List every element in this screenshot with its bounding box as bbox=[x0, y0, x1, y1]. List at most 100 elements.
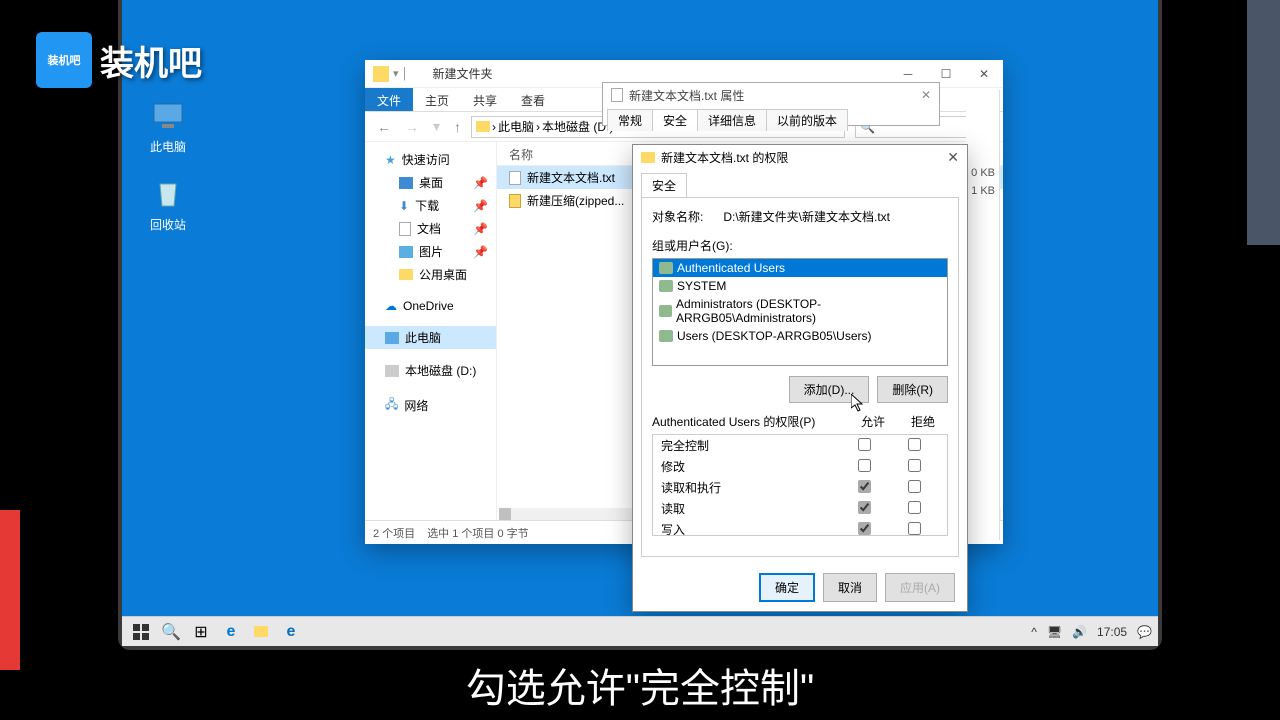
nav-onedrive[interactable]: ☁OneDrive bbox=[365, 296, 496, 316]
deny-checkbox[interactable] bbox=[908, 480, 921, 493]
status-count: 2 个项目 bbox=[373, 525, 415, 540]
logo-text: 装机吧 bbox=[100, 36, 202, 85]
cancel-button[interactable]: 取消 bbox=[823, 573, 877, 602]
user-item[interactable]: Administrators (DESKTOP-ARRGB05\Administ… bbox=[653, 295, 947, 327]
explorer-size-column: 0 KB 1 KB bbox=[966, 90, 1000, 540]
start-button[interactable] bbox=[128, 619, 154, 645]
nav-up[interactable]: ↑ bbox=[450, 117, 465, 137]
tab-share[interactable]: 共享 bbox=[461, 88, 509, 111]
deny-checkbox[interactable] bbox=[908, 501, 921, 514]
nav-tree[interactable]: ★快速访问 桌面📌 ⬇下载📌 文档📌 图片📌 公用桌面 ☁OneDrive 此电… bbox=[365, 142, 497, 520]
permission-name: 写入 bbox=[661, 521, 839, 536]
allow-checkbox[interactable] bbox=[858, 522, 871, 535]
taskview-button[interactable]: ⊞ bbox=[188, 619, 214, 645]
ie-icon[interactable]: e bbox=[278, 619, 304, 645]
window-title: 新建文件夹 bbox=[432, 65, 492, 82]
tray-up-icon[interactable]: ^ bbox=[1031, 625, 1037, 639]
nav-recent[interactable]: ▾ bbox=[429, 116, 444, 137]
user-icon bbox=[659, 330, 673, 342]
tab-general[interactable]: 常规 bbox=[607, 109, 653, 131]
allow-checkbox[interactable] bbox=[858, 438, 871, 451]
permissions-table[interactable]: 完全控制 修改 读取和执行 读取 写入 bbox=[652, 434, 948, 536]
scrollbar-thumb[interactable] bbox=[499, 508, 511, 520]
user-item[interactable]: SYSTEM bbox=[653, 277, 947, 295]
nav-quick[interactable]: ★快速访问 bbox=[365, 148, 496, 171]
allow-checkbox[interactable] bbox=[858, 480, 871, 493]
tab-file[interactable]: 文件 bbox=[365, 88, 413, 111]
deny-checkbox[interactable] bbox=[908, 522, 921, 535]
nav-forward[interactable]: → bbox=[401, 117, 423, 137]
deny-checkbox[interactable] bbox=[908, 438, 921, 451]
nav-back[interactable]: ← bbox=[373, 117, 395, 137]
close-button[interactable]: ✕ bbox=[947, 149, 959, 166]
nav-desktop[interactable]: 桌面📌 bbox=[365, 171, 496, 194]
clock[interactable]: 17:05 bbox=[1097, 625, 1127, 639]
desktop-icon-thispc[interactable]: 此电脑 bbox=[138, 98, 198, 155]
tab-security[interactable]: 安全 bbox=[641, 173, 687, 197]
properties-dialog[interactable]: 新建文本文档.txt 属性 ✕ 常规 安全 详细信息 以前的版本 bbox=[602, 82, 940, 126]
file-icon bbox=[611, 88, 623, 102]
volume-icon[interactable]: 🔊 bbox=[1072, 625, 1087, 639]
tab-previous[interactable]: 以前的版本 bbox=[766, 109, 848, 131]
nav-thispc[interactable]: 此电脑 bbox=[365, 326, 496, 349]
breadcrumb-seg[interactable]: 此电脑 bbox=[498, 118, 534, 135]
permissions-titlebar[interactable]: 新建文本文档.txt 的权限 ✕ bbox=[633, 145, 967, 169]
folder-icon bbox=[641, 152, 655, 163]
close-button[interactable]: ✕ bbox=[921, 88, 931, 102]
side-strip bbox=[1247, 0, 1280, 245]
recycle-icon bbox=[150, 176, 186, 212]
folder-icon bbox=[373, 66, 389, 82]
zip-file-icon bbox=[509, 194, 521, 208]
notification-icon[interactable]: 💬 bbox=[1137, 625, 1152, 639]
properties-titlebar[interactable]: 新建文本文档.txt 属性 ✕ bbox=[603, 83, 939, 107]
permission-name: 完全控制 bbox=[661, 437, 839, 454]
network-icon[interactable]: 🖥 bbox=[1047, 625, 1062, 639]
folder-icon bbox=[476, 121, 490, 132]
explorer-icon[interactable] bbox=[248, 619, 274, 645]
tab-security[interactable]: 安全 bbox=[652, 109, 698, 131]
nav-pictures[interactable]: 图片📌 bbox=[365, 240, 496, 263]
apply-button[interactable]: 应用(A) bbox=[885, 573, 955, 602]
taskbar[interactable]: 🔍 ⊞ e e ^ 🖥 🔊 17:05 💬 bbox=[122, 616, 1158, 646]
logo-square: 装机吧 bbox=[36, 32, 92, 88]
permissions-dialog[interactable]: 新建文本文档.txt 的权限 ✕ 安全 对象名称: D:\新建文件夹\新建文本文… bbox=[632, 144, 968, 612]
tab-home[interactable]: 主页 bbox=[413, 88, 461, 111]
remove-button[interactable]: 删除(R) bbox=[877, 376, 948, 403]
permission-row: 写入 bbox=[653, 519, 947, 536]
search-button[interactable]: 🔍 bbox=[158, 619, 184, 645]
desktop-icon-recycle[interactable]: 回收站 bbox=[138, 176, 198, 233]
add-button[interactable]: 添加(D)... bbox=[789, 376, 870, 403]
object-label: 对象名称: bbox=[652, 208, 703, 225]
desktop[interactable]: 此电脑 回收站 ▾ │ 新建文件夹 ─ ☐ ✕ 文件 主页 bbox=[122, 0, 1158, 646]
ok-button[interactable]: 确定 bbox=[759, 573, 815, 602]
nav-downloads[interactable]: ⬇下载📌 bbox=[365, 194, 496, 217]
allow-checkbox[interactable] bbox=[858, 459, 871, 472]
desktop-icon-label: 此电脑 bbox=[138, 138, 198, 155]
col-allow: 允许 bbox=[848, 413, 898, 430]
nav-local-d[interactable]: 本地磁盘 (D:) bbox=[365, 359, 496, 382]
col-deny: 拒绝 bbox=[898, 413, 948, 430]
allow-checkbox[interactable] bbox=[858, 501, 871, 514]
permissions-body: 对象名称: D:\新建文件夹\新建文本文档.txt 组或用户名(G): Auth… bbox=[641, 197, 959, 557]
tab-view[interactable]: 查看 bbox=[509, 88, 557, 111]
edge-icon[interactable]: e bbox=[218, 619, 244, 645]
permission-name: 修改 bbox=[661, 458, 839, 475]
close-button[interactable]: ✕ bbox=[965, 60, 1003, 88]
user-icon bbox=[659, 262, 673, 274]
user-group-list[interactable]: Authenticated Users SYSTEM Administrator… bbox=[652, 258, 948, 366]
tray[interactable]: ^ 🖥 🔊 17:05 💬 bbox=[1031, 625, 1152, 639]
properties-title: 新建文本文档.txt 属性 bbox=[629, 87, 744, 104]
deny-checkbox[interactable] bbox=[908, 459, 921, 472]
nav-public[interactable]: 公用桌面 bbox=[365, 263, 496, 286]
tab-details[interactable]: 详细信息 bbox=[697, 109, 767, 131]
user-item[interactable]: Authenticated Users bbox=[653, 259, 947, 277]
permission-row: 完全控制 bbox=[653, 435, 947, 456]
nav-documents[interactable]: 文档📌 bbox=[365, 217, 496, 240]
pc-icon bbox=[150, 98, 186, 134]
user-item[interactable]: Users (DESKTOP-ARRGB05\Users) bbox=[653, 327, 947, 345]
permissions-title: 新建文本文档.txt 的权限 bbox=[661, 149, 788, 166]
object-path: D:\新建文件夹\新建文本文档.txt bbox=[723, 208, 890, 225]
nav-network[interactable]: 🖧网络 bbox=[365, 392, 496, 419]
channel-logo: 装机吧 装机吧 bbox=[36, 32, 202, 88]
permission-row: 读取和执行 bbox=[653, 477, 947, 498]
